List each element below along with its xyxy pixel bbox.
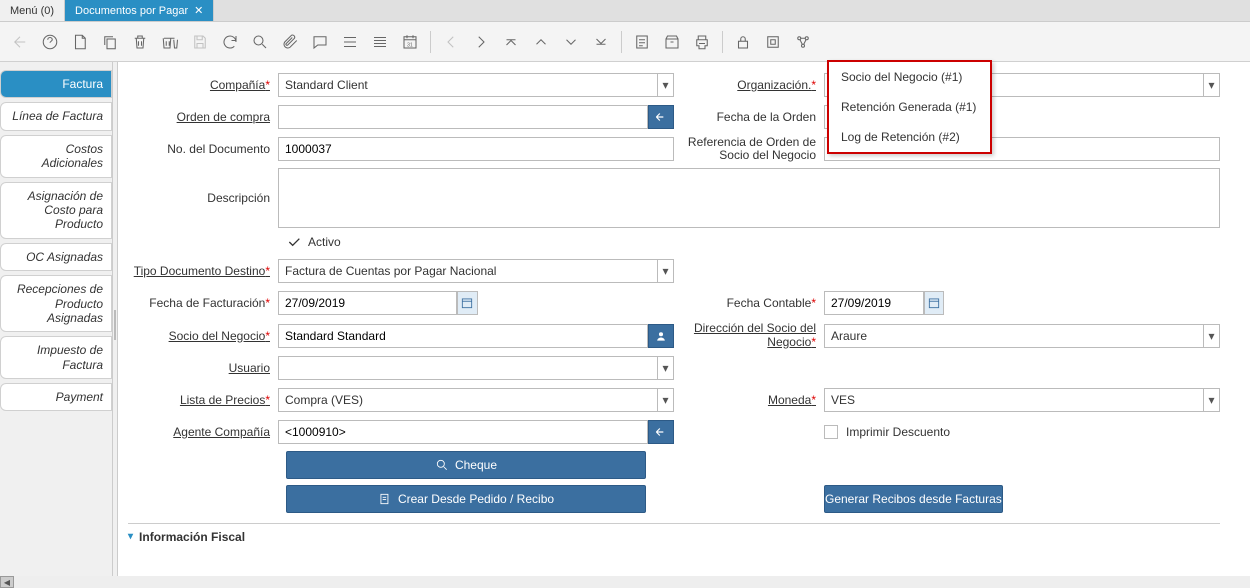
label-fecha-fact: Fecha de Facturación*	[128, 296, 278, 310]
label-usuario: Usuario	[128, 361, 278, 375]
next-icon[interactable]	[469, 30, 493, 54]
archive-icon[interactable]	[660, 30, 684, 54]
horizontal-scrollbar[interactable]: ◀	[0, 576, 1250, 588]
label-organizacion: Organización.*	[674, 78, 824, 92]
label-fecha-cont: Fecha Contable*	[674, 296, 824, 310]
report-icon[interactable]	[630, 30, 654, 54]
back-arrow-icon	[8, 30, 32, 54]
button-generar[interactable]: Generar Recibos desde Facturas	[824, 485, 1003, 513]
label-tipo-doc: Tipo Documento Destino*	[128, 264, 278, 278]
label-agente: Agente Compañía	[128, 425, 278, 439]
down-icon[interactable]	[559, 30, 583, 54]
up-icon[interactable]	[529, 30, 553, 54]
field-descripcion[interactable]	[278, 168, 1220, 228]
calendar-icon[interactable]	[457, 291, 478, 315]
save-icon	[188, 30, 212, 54]
calendar-icon[interactable]: 31	[398, 30, 422, 54]
tab-bar: Menú (0) Documentos por Pagar ✕	[0, 0, 1250, 22]
field-lista[interactable]: Compra (VES)▾	[278, 388, 674, 412]
tab-menu[interactable]: Menú (0)	[0, 0, 65, 21]
field-tipo-doc[interactable]: Factura de Cuentas por Pagar Nacional▾	[278, 259, 674, 283]
workflow-icon[interactable]	[791, 30, 815, 54]
label-socio: Socio del Negocio*	[128, 329, 278, 343]
popup-item-socio[interactable]: Socio del Negocio (#1)	[829, 62, 990, 92]
scroll-left-icon[interactable]: ◀	[0, 576, 14, 588]
last-icon[interactable]	[589, 30, 613, 54]
checkmark-icon	[286, 234, 302, 250]
lock-icon[interactable]	[731, 30, 755, 54]
tab-documentos[interactable]: Documentos por Pagar ✕	[65, 0, 214, 21]
label-fecha-orden: Fecha de la Orden	[674, 110, 824, 124]
label-moneda: Moneda*	[674, 393, 824, 407]
list-icon[interactable]	[368, 30, 392, 54]
label-lista: Lista de Precios*	[128, 393, 278, 407]
sidetab-asignacion[interactable]: Asignación de Costo para Producto	[0, 182, 112, 239]
label-descripcion: Descripción	[128, 191, 278, 205]
prev-icon	[439, 30, 463, 54]
popup-item-log[interactable]: Log de Retención (#2)	[829, 122, 990, 152]
sidetab-factura[interactable]: Factura	[0, 70, 112, 98]
side-tabs: Factura Línea de Factura Costos Adiciona…	[0, 62, 112, 588]
print-icon[interactable]	[690, 30, 714, 54]
field-fecha-fact[interactable]	[278, 291, 457, 315]
refresh-icon[interactable]	[218, 30, 242, 54]
label-imprimir: Imprimir Descuento	[846, 425, 950, 439]
grid-icon[interactable]	[338, 30, 362, 54]
toolbar: 31 Socio del Negocio (#1) Retención Gene…	[0, 22, 1250, 62]
field-socio[interactable]	[278, 324, 648, 348]
copy-icon[interactable]	[98, 30, 122, 54]
search-icon[interactable]	[248, 30, 272, 54]
label-orden: Orden de compra	[128, 110, 278, 124]
calendar-icon[interactable]	[924, 291, 944, 315]
form-area: Compañía* Standard Client▾ Organización.…	[118, 62, 1250, 588]
field-fecha-cont[interactable]	[824, 291, 924, 315]
checkbox-imprimir[interactable]: Imprimir Descuento	[824, 425, 1220, 439]
sidetab-oc[interactable]: OC Asignadas	[0, 243, 112, 271]
field-agente[interactable]	[278, 420, 648, 444]
label-direccion: Dirección del Socio del Negocio*	[674, 322, 824, 348]
svg-text:31: 31	[407, 42, 413, 48]
button-cheque[interactable]: Cheque	[286, 451, 646, 479]
delete-all-icon[interactable]	[158, 30, 182, 54]
button-crear[interactable]: Crear Desde Pedido / Recibo	[286, 485, 646, 513]
sidetab-costos[interactable]: Costos Adicionales	[0, 135, 112, 178]
first-icon[interactable]	[499, 30, 523, 54]
attachment-icon[interactable]	[278, 30, 302, 54]
delete-icon[interactable]	[128, 30, 152, 54]
sidetab-impuesto[interactable]: Impuesto de Factura	[0, 336, 112, 379]
label-activo: Activo	[308, 235, 341, 249]
zoom-icon[interactable]	[761, 30, 785, 54]
field-no-doc[interactable]	[278, 137, 674, 161]
lookup-orden-icon[interactable]	[648, 105, 674, 129]
field-orden[interactable]	[278, 105, 648, 129]
label-ref-orden: Referencia de Orden de Socio del Negocio	[674, 136, 824, 162]
new-icon[interactable]	[68, 30, 92, 54]
field-moneda[interactable]: VES▾	[824, 388, 1220, 412]
field-direccion[interactable]: Araure▾	[824, 324, 1220, 348]
related-records-popup: Socio del Negocio (#1) Retención Generad…	[827, 60, 992, 154]
sidetab-linea[interactable]: Línea de Factura	[0, 102, 112, 130]
sidetab-payment[interactable]: Payment	[0, 383, 112, 411]
field-compania[interactable]: Standard Client▾	[278, 73, 674, 97]
lookup-agente-icon[interactable]	[648, 420, 674, 444]
field-usuario[interactable]: ▾	[278, 356, 674, 380]
lookup-socio-icon[interactable]	[648, 324, 674, 348]
chat-icon[interactable]	[308, 30, 332, 54]
sidetab-recepciones[interactable]: Recepciones de Producto Asignadas	[0, 275, 112, 332]
help-icon[interactable]	[38, 30, 62, 54]
chevron-down-icon: ▾	[128, 531, 133, 542]
label-no-doc: No. del Documento	[128, 142, 278, 156]
close-icon[interactable]: ✕	[194, 4, 203, 17]
section-fiscal[interactable]: ▾ Información Fiscal	[128, 523, 1220, 544]
label-compania: Compañía*	[128, 78, 278, 92]
popup-item-retencion[interactable]: Retención Generada (#1)	[829, 92, 990, 122]
